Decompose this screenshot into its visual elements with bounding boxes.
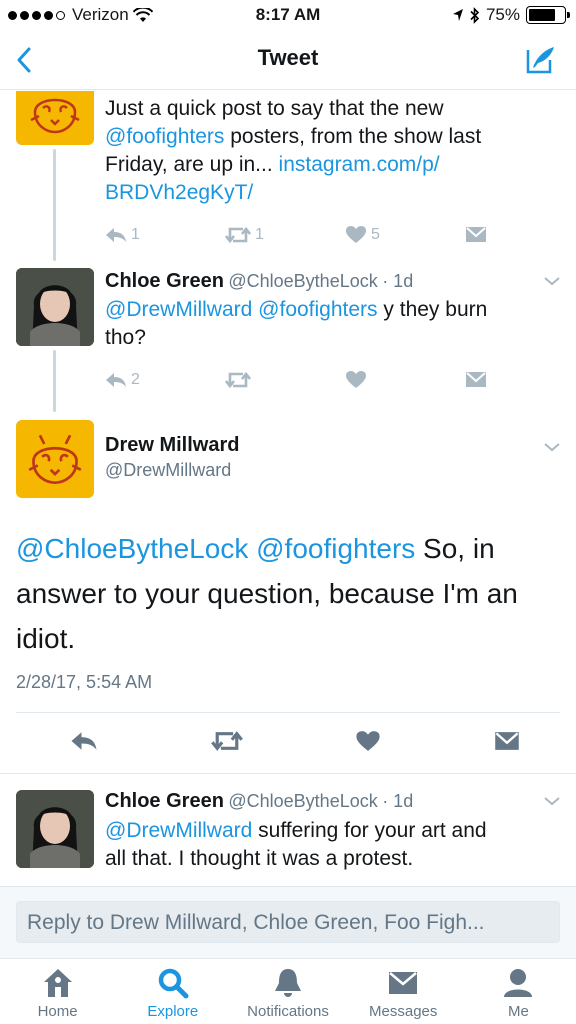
author-name[interactable]: Chloe Green — [105, 790, 224, 812]
context-tweet-2[interactable]: Chloe Green @ChloeBytheLock · 1d @DrewMi… — [0, 262, 576, 412]
mention-link[interactable]: @foofighters — [258, 298, 377, 321]
retweet-button[interactable]: 1 — [225, 226, 345, 244]
reply-icon — [106, 372, 126, 387]
chloe-avatar[interactable] — [16, 268, 94, 346]
retweet-icon[interactable] — [210, 730, 243, 752]
reply-tweet[interactable]: Chloe Green @ChloeBytheLock · 1d @DrewMi… — [0, 776, 576, 886]
thread-line — [53, 149, 56, 261]
tab-me[interactable]: Me — [461, 959, 576, 1024]
envelope-icon — [466, 372, 486, 387]
person-icon — [504, 969, 533, 997]
author-handle[interactable]: @DrewMillward — [105, 460, 231, 481]
author-handle[interactable]: @ChloeBytheLock — [228, 791, 377, 811]
tweet-header: Chloe Green @ChloeBytheLock · 1d — [105, 790, 413, 813]
tweet-text: Just a quick post to say that the new @f… — [105, 97, 482, 204]
tab-notifications[interactable]: Notifications — [230, 959, 345, 1024]
tiger-logo-icon — [30, 98, 80, 134]
like-button[interactable]: 5 — [345, 225, 465, 244]
url-link-cont[interactable]: BRDVh2egKyT/ — [105, 181, 253, 204]
location-icon — [452, 9, 463, 21]
bluetooth-icon — [470, 6, 480, 24]
status-bar: Verizon 8:17 AM 75% — [0, 0, 576, 30]
chevron-down-icon[interactable] — [543, 796, 561, 806]
heart-icon — [346, 371, 366, 388]
dm-button[interactable] — [465, 371, 487, 388]
mention-link[interactable]: @ChloeBytheLock — [16, 533, 248, 564]
mention-link[interactable]: @DrewMillward — [105, 298, 252, 321]
envelope-icon — [389, 972, 418, 994]
tweet-actions: 2 — [105, 370, 487, 389]
drew-avatar[interactable] — [16, 91, 94, 145]
reply-button[interactable]: 1 — [105, 226, 225, 244]
main-tweet-actions — [70, 730, 520, 752]
reply-button[interactable]: 2 — [105, 371, 225, 389]
dm-button[interactable] — [465, 226, 487, 243]
nav-bar: Tweet — [0, 30, 576, 90]
tab-bar: Home Explore Notifications Messages Me — [0, 958, 576, 1024]
heart-icon — [346, 226, 366, 243]
main-tweet: Drew Millward @DrewMillward @ChloeBytheL… — [0, 414, 576, 774]
reply-input[interactable]: Reply to Drew Millward, Chloe Green, Foo… — [16, 901, 560, 943]
tab-messages[interactable]: Messages — [346, 959, 461, 1024]
search-icon — [158, 968, 189, 999]
tweet-header: Chloe Green @ChloeBytheLock · 1d — [105, 270, 413, 293]
mention-link[interactable]: @foofighters — [256, 533, 415, 564]
author-name[interactable]: Chloe Green — [105, 270, 224, 292]
envelope-icon[interactable] — [494, 731, 520, 751]
tweet-timestamp: 2/28/17, 5:54 AM — [16, 672, 153, 692]
mention-link[interactable]: @foofighters — [105, 125, 224, 148]
profile-photo — [16, 268, 94, 346]
mention-link[interactable]: @DrewMillward — [105, 819, 252, 842]
retweet-icon — [225, 371, 251, 388]
retweet-button[interactable] — [225, 371, 345, 389]
compose-tweet-icon[interactable] — [524, 44, 556, 76]
reply-icon — [106, 227, 126, 242]
thread-line — [53, 350, 56, 412]
envelope-icon — [466, 227, 486, 242]
reply-icon[interactable] — [70, 731, 98, 751]
status-right: 75% — [452, 5, 570, 25]
like-button[interactable] — [345, 370, 465, 389]
context-tweet-1[interactable]: Just a quick post to say that the new @f… — [0, 91, 576, 261]
tab-explore[interactable]: Explore — [115, 959, 230, 1024]
page-title: Tweet — [257, 45, 319, 70]
profile-photo — [16, 790, 94, 868]
chevron-down-icon[interactable] — [543, 276, 561, 286]
tweet-text: @DrewMillward suffering for your art and… — [105, 819, 487, 870]
chloe-avatar[interactable] — [16, 790, 94, 868]
tweet-age: · 1d — [382, 791, 414, 811]
tab-home[interactable]: Home — [0, 959, 115, 1024]
tiger-logo-icon — [28, 434, 82, 485]
heart-icon[interactable] — [355, 730, 381, 752]
tweet-age: · 1d — [382, 271, 414, 291]
battery-icon — [526, 6, 570, 24]
url-link[interactable]: instagram.com/p/ — [279, 153, 440, 176]
retweet-icon — [225, 226, 251, 243]
author-name[interactable]: Drew Millward — [105, 434, 239, 457]
tweet-actions: 1 1 5 — [105, 225, 487, 244]
main-tweet-text: @ChloeBytheLock @foofighters So, in answ… — [16, 533, 518, 654]
drew-avatar[interactable] — [16, 420, 94, 498]
chevron-down-icon[interactable] — [543, 442, 561, 452]
tweet-text: @DrewMillward @foofighters y they burn t… — [105, 298, 488, 349]
divider — [16, 712, 560, 713]
author-handle[interactable]: @ChloeBytheLock — [228, 271, 377, 291]
home-icon — [43, 969, 72, 997]
bell-icon — [275, 969, 301, 997]
battery-percent: 75% — [485, 5, 520, 24]
